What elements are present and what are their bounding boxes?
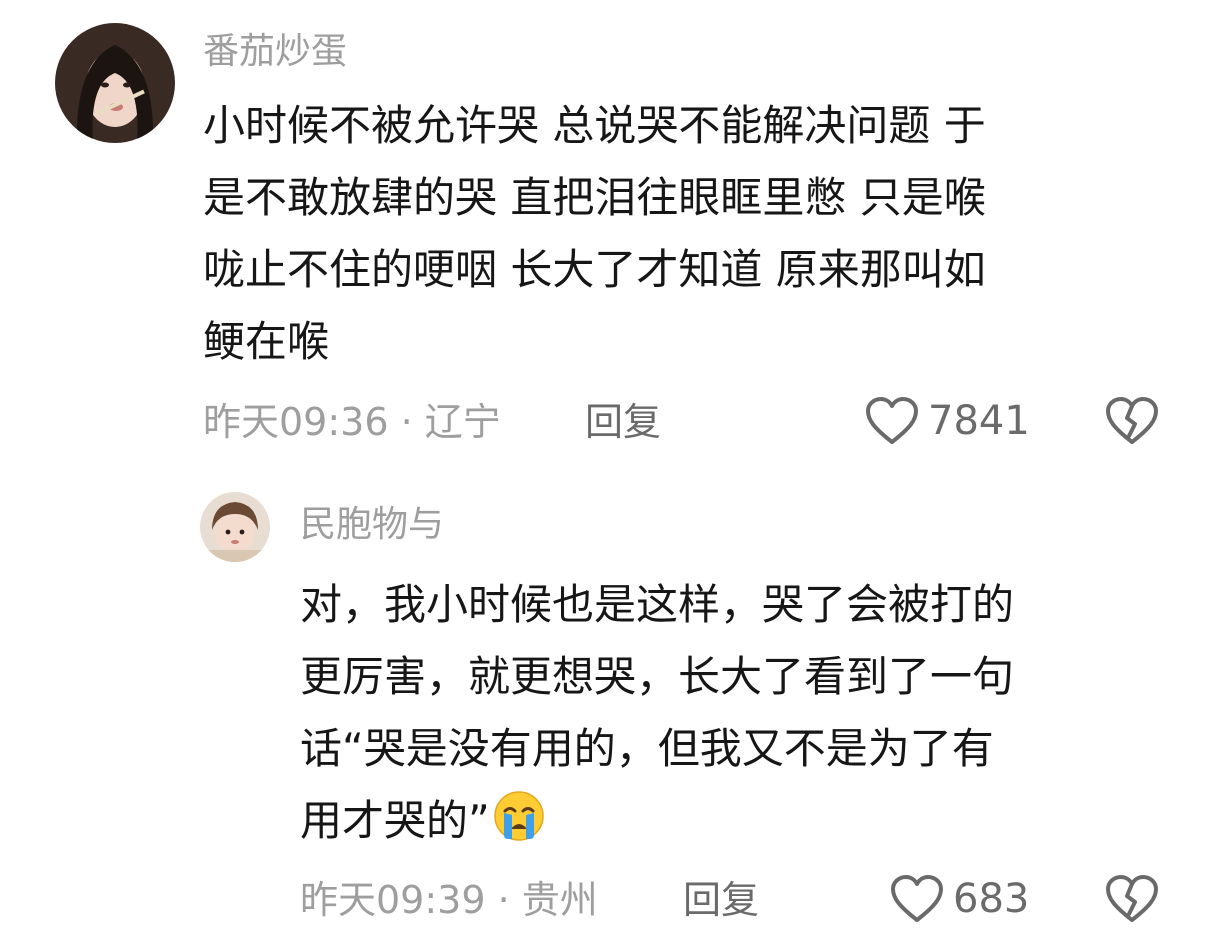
reply-button[interactable]: 回复 [585,399,661,445]
comment-line: 话“哭是没有用的，但我又不是为了有 [300,724,994,773]
separator-dot: · [400,400,425,444]
broken-heart-icon [1106,397,1158,444]
location: 辽宁 [424,400,501,444]
heart-icon [891,875,943,922]
comment-line: 鲠在喉 [203,317,330,366]
location: 贵州 [521,878,598,922]
dislike-button[interactable] [1104,874,1160,928]
like-button[interactable]: 683 [889,874,1029,924]
loudly-crying-face-icon [494,791,544,841]
username[interactable]: 民胞物与 [300,503,444,547]
avatar-photo-icon [55,23,175,143]
comment-meta: 昨天09:39 · 贵州 [300,877,598,923]
avatar[interactable] [55,23,175,143]
comment-text: 小时候不被允许哭 总说哭不能解决问题 于 是不敢放肆的哭 直把泪往眼眶里憋 只是… [203,90,986,378]
comment-line: 对，我小时候也是这样，哭了会被打的 [300,580,1015,629]
like-count: 683 [953,876,1030,922]
separator-dot: · [497,878,522,922]
broken-heart-icon [1106,875,1158,922]
username[interactable]: 番茄炒蛋 [203,30,347,74]
comment-meta: 昨天09:36 · 辽宁 [203,399,501,445]
comment-line: 咙止不住的哽咽 长大了才知道 原来那叫如 [203,245,986,294]
comment-text: 对，我小时候也是这样，哭了会被打的 更厉害，就更想哭，长大了看到了一句 话“哭是… [300,569,1014,857]
like-button[interactable]: 7841 [864,396,1030,446]
like-count: 7841 [928,398,1030,444]
comment-line: 用才哭的” [300,785,1014,857]
heart-icon [866,397,918,444]
dislike-button[interactable] [1104,396,1160,450]
timestamp: 昨天09:39 [300,878,486,922]
avatar[interactable] [200,492,270,562]
timestamp: 昨天09:36 [203,400,389,444]
avatar-photo-icon [200,492,270,562]
comment-line: 是不敢放肆的哭 直把泪往眼眶里憋 只是喉 [203,173,986,222]
reply-button[interactable]: 回复 [683,877,759,923]
comment-line: 小时候不被允许哭 总说哭不能解决问题 于 [203,101,986,150]
comment-line: 更厉害，就更想哭，长大了看到了一句 [300,652,1015,701]
comment-line-text: 用才哭的” [300,796,490,845]
